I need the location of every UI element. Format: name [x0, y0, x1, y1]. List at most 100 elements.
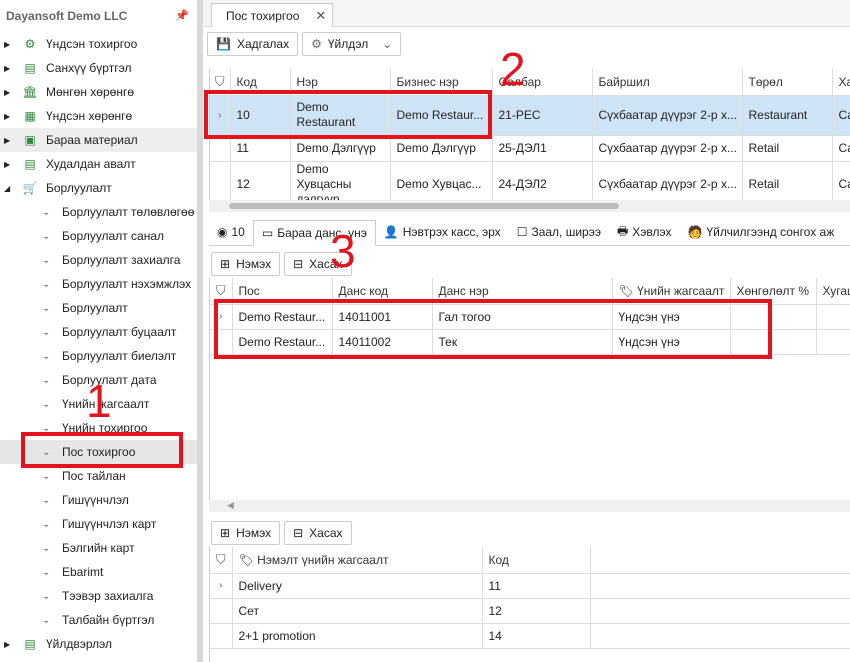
table-cell[interactable]: Demo Restaur...: [232, 304, 333, 330]
table-cell[interactable]: [730, 304, 817, 330]
filter-icon[interactable]: ⛉: [210, 278, 233, 305]
pin-icon[interactable]: 📌: [175, 9, 189, 22]
row-indicator[interactable]: [210, 623, 233, 649]
expand-arrow-icon[interactable]: ▶: [4, 40, 18, 49]
table-cell[interactable]: Үндсэн үнэ: [612, 329, 731, 355]
table-cell[interactable]: Тек: [432, 329, 613, 355]
table-cell[interactable]: 14011001: [332, 304, 433, 330]
table-cell[interactable]: 24-ДЭЛ2: [492, 161, 593, 205]
row-indicator[interactable]: [210, 135, 231, 162]
table-cell[interactable]: Сүхбаатар дүүрэг 2-р х...: [592, 135, 743, 162]
tab-pos-settings[interactable]: Пос тохиргоо ✕: [211, 3, 334, 27]
table-row[interactable]: › Demo Restaur... 14011001 Гал тогоо Үндсэн …: [210, 304, 850, 330]
column-header[interactable]: 🏷 Үнийн жагсаалт: [612, 278, 731, 305]
action-button[interactable]: ⚙ Үйлдэл ⌄: [302, 32, 402, 56]
sidebar-subitem[interactable]: ⌄ Борлуулалт нэхэмжлэх: [0, 272, 197, 296]
table-cell[interactable]: Retail: [742, 135, 833, 162]
sidebar-item-inventory[interactable]: ▶ ▣ Бараа материал: [0, 128, 197, 152]
expand-arrow-icon[interactable]: ▶: [4, 88, 18, 97]
sidebar-item-finance[interactable]: ▶ ▤ Санхүү бүртгэл: [0, 56, 197, 80]
sidebar-subitem[interactable]: ⌄ Бэлгийн карт: [0, 536, 197, 560]
column-header[interactable]: Код: [482, 547, 591, 574]
sidebar-item-sales[interactable]: ◢ 🛒 Борлуулалт: [0, 176, 197, 200]
collapse-arrow-icon[interactable]: ◢: [4, 184, 18, 193]
sidebar-item-production[interactable]: ▶ ▤ Үйлдвэрлэл: [0, 632, 197, 656]
sidebar-item-assets[interactable]: ▶ ▦ Үндсэн хөрөнгө: [0, 104, 197, 128]
table-cell[interactable]: Сет: [232, 598, 483, 624]
sidebar-item-purchase[interactable]: ▶ ▤ Худалдан авалт: [0, 152, 197, 176]
table-row[interactable]: Demo Restaur... 14011002 Тек Үндсэн үнэ: [210, 329, 850, 355]
table-cell[interactable]: [590, 623, 850, 649]
table-cell[interactable]: 2+1 promotion: [232, 623, 483, 649]
table-cell[interactable]: 10: [230, 95, 291, 136]
column-header[interactable]: Байршил: [592, 69, 743, 96]
row-indicator[interactable]: [210, 598, 233, 624]
table-cell[interactable]: 12: [230, 161, 291, 205]
table-row[interactable]: 2+1 promotion 14: [210, 623, 850, 649]
table-cell[interactable]: Demo Дэлгүүр: [290, 135, 391, 162]
expand-arrow-icon[interactable]: ▶: [4, 136, 18, 145]
table-row[interactable]: 11 Demo Дэлгүүр Demo Дэлгүүр 25-ДЭЛ1 Сүхбаат…: [210, 135, 850, 162]
sidebar-subitem[interactable]: ⌄ Талбайн бүртгэл: [0, 608, 197, 632]
table-cell[interactable]: [590, 573, 850, 599]
table-cell[interactable]: Retail: [742, 161, 833, 205]
column-header[interactable]: Хөнгөлөлт %: [730, 278, 817, 305]
sidebar-subitem[interactable]: ⌄ Борлуулалт биелэлт: [0, 344, 197, 368]
expand-arrow-icon[interactable]: ▶: [4, 160, 18, 169]
tab-accounts[interactable]: ▭ Бараа данс, үнэ: [252, 220, 376, 246]
table-cell[interactable]: 11: [482, 573, 591, 599]
table-cell[interactable]: [816, 304, 850, 330]
table-cell[interactable]: [730, 329, 817, 355]
table-row[interactable]: 12 Demo Хувцасны дэлгүүр Demo Хувцас... 24-…: [210, 161, 850, 205]
row-indicator[interactable]: ›: [210, 573, 233, 599]
table-cell[interactable]: Сүхбаатар дүүрэг 2-р х...: [592, 95, 743, 136]
sidebar-subitem[interactable]: ⌄ Борлуулалт захиалга: [0, 248, 197, 272]
table-cell[interactable]: Demo Хувцасны дэлгүүр: [290, 161, 391, 205]
table-cell[interactable]: Demo Restaur...: [232, 329, 333, 355]
column-header[interactable]: Нэр: [290, 69, 391, 96]
table-cell[interactable]: Demo Restaur...: [390, 95, 493, 136]
table-cell[interactable]: 11: [230, 135, 291, 162]
expand-arrow-icon[interactable]: ▶: [4, 64, 18, 73]
table-cell[interactable]: Сал: [832, 135, 850, 162]
sidebar-subitem[interactable]: ⌄ Пос тохиргоо: [0, 440, 197, 464]
table-row[interactable]: › 10 Demo Restaurant Demo Restaur... 21-PEC С…: [210, 95, 850, 136]
table-cell[interactable]: [590, 598, 850, 624]
table-cell[interactable]: 21-PEC: [492, 95, 593, 136]
tab-service[interactable]: 🧑 Үйлчилгээнд сонгох аж: [680, 219, 843, 245]
close-icon[interactable]: ✕: [315, 8, 326, 24]
table-row[interactable]: › Delivery 11: [210, 573, 850, 599]
sidebar-subitem[interactable]: ⌄ Гишүүнчлэл карт: [0, 512, 197, 536]
column-header[interactable]: Хугац: [816, 278, 850, 305]
horizontal-scrollbar[interactable]: [209, 200, 850, 212]
row-indicator[interactable]: [210, 161, 231, 205]
sidebar-subitem[interactable]: ⌄ Борлуулалт буцаалт: [0, 320, 197, 344]
table-cell[interactable]: [816, 329, 850, 355]
column-header[interactable]: Данс нэр: [432, 278, 613, 305]
table-cell[interactable]: Demo Хувцас...: [390, 161, 493, 205]
sidebar-subitem[interactable]: ⌄ Ebarimt: [0, 560, 197, 584]
add-button[interactable]: ⊞ Нэмэх: [211, 521, 281, 545]
sidebar-subitem[interactable]: ⌄ Тээвэр захиалга: [0, 584, 197, 608]
add-button[interactable]: ⊞ Нэмэх: [211, 252, 281, 276]
horizontal-scrollbar[interactable]: ◀: [209, 500, 850, 512]
column-header[interactable]: Төрөл: [742, 69, 833, 96]
sidebar-item-settings[interactable]: ▶ ⚙ Үндсэн тохиргоо: [0, 32, 197, 56]
row-indicator[interactable]: ›: [210, 95, 231, 136]
table-cell[interactable]: 25-ДЭЛ1: [492, 135, 593, 162]
tab-print[interactable]: 🖶 Хэвлэх: [609, 219, 680, 245]
table-row[interactable]: Сет 12: [210, 598, 850, 624]
table-cell[interactable]: Demo Дэлгүүр: [390, 135, 493, 162]
table-cell[interactable]: Restaurant: [742, 95, 833, 136]
table-cell[interactable]: Delivery: [232, 573, 483, 599]
table-cell[interactable]: 14: [482, 623, 591, 649]
column-header[interactable]: Пос: [232, 278, 333, 305]
filter-icon[interactable]: ⛉: [210, 69, 231, 96]
scroll-thumb[interactable]: [229, 203, 619, 209]
sidebar-subitem[interactable]: ⌄ Борлуулалт: [0, 296, 197, 320]
column-header[interactable]: Хар: [832, 69, 850, 96]
sidebar-subitem[interactable]: ⌄ Гишүүнчлэл: [0, 488, 197, 512]
column-header[interactable]: Бизнес нэр: [390, 69, 493, 96]
tab-id[interactable]: ◉ 10: [209, 219, 253, 245]
column-header[interactable]: Данс код: [332, 278, 433, 305]
